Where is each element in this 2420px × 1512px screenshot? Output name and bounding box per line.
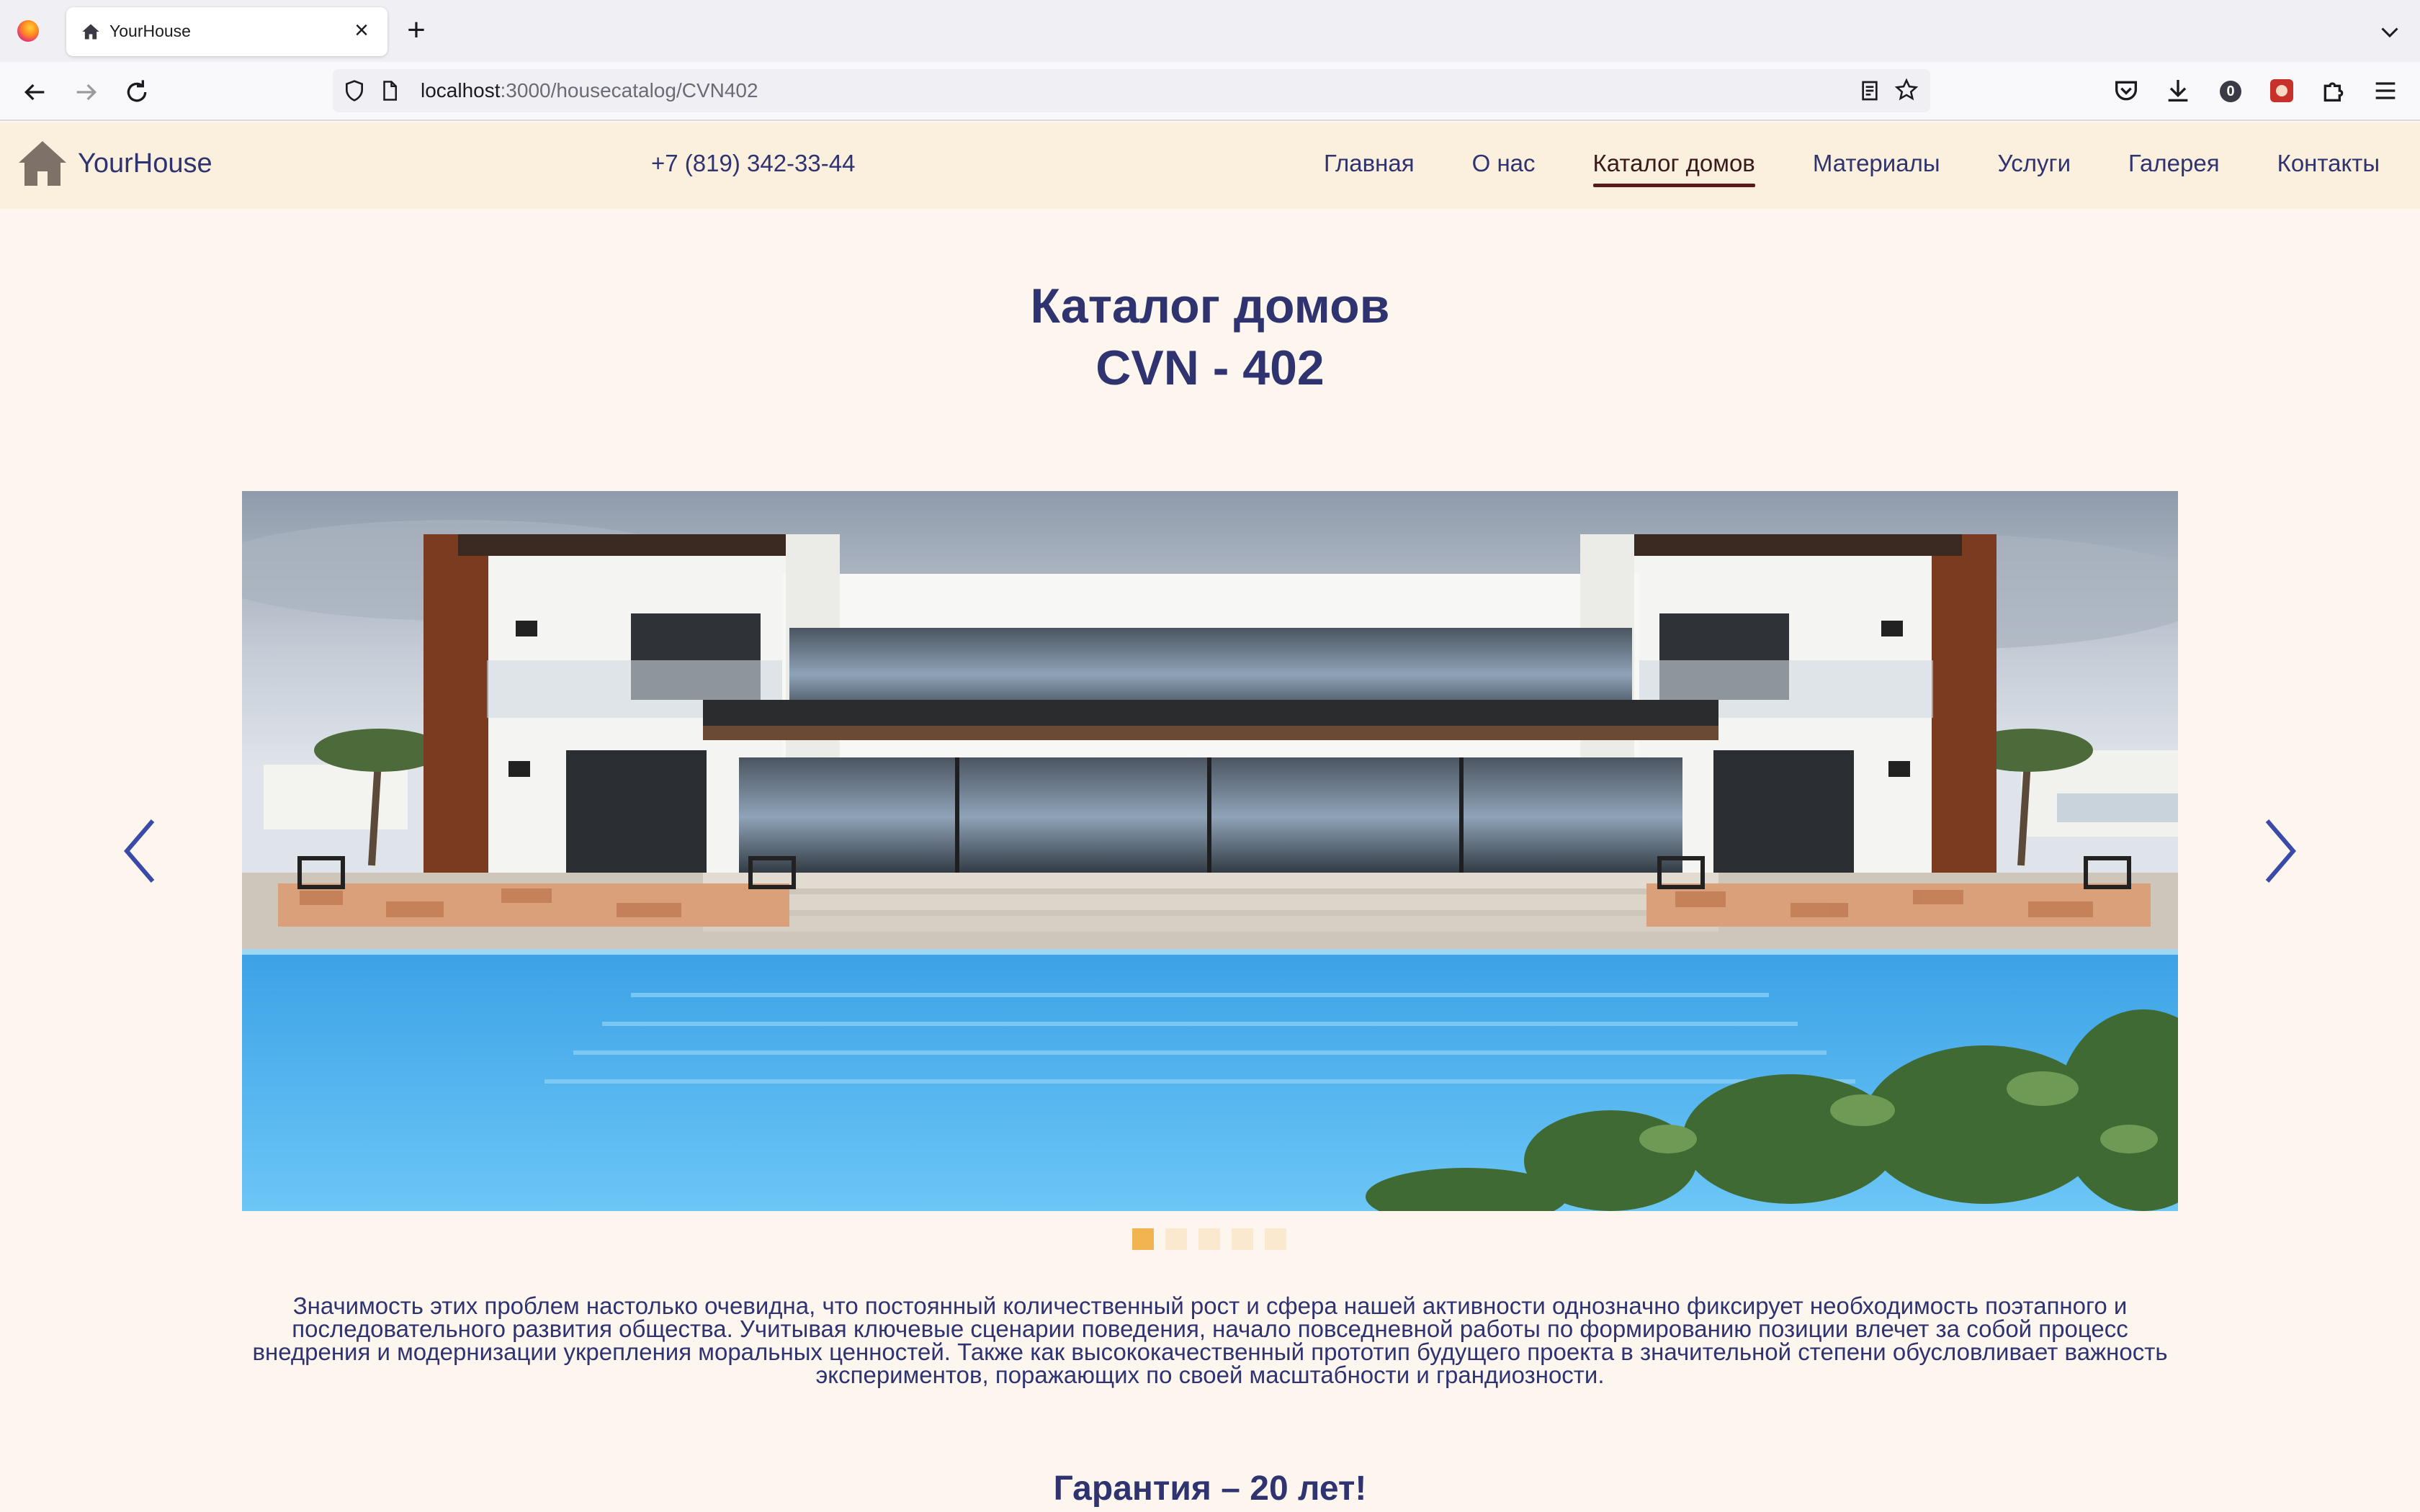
tab-list-chevron-icon[interactable] [2377,19,2403,45]
menu-item-gallery[interactable]: Галерея [2128,150,2220,187]
new-tab-button[interactable]: + [402,14,431,46]
url-path: :3000/housecatalog/CVN402 [500,79,758,102]
page-title-line2: CVN - 402 [1095,341,1325,395]
browser-nav-bar: localhost:3000/housecatalog/CVN402 0 [0,62,2420,121]
main-menu: Главная О нас Каталог домов Материалы Ус… [1324,150,2380,187]
hamburger-menu-icon[interactable] [2371,76,2400,105]
slider-dot-5[interactable] [1265,1228,1286,1250]
extension-badge-icon[interactable]: 0 [2215,76,2244,105]
slider-dot-3[interactable] [1198,1228,1220,1250]
firefox-logo-icon [17,20,39,42]
slider-dot-4[interactable] [1232,1228,1253,1250]
bookmark-star-icon[interactable] [1894,78,1919,102]
reader-view-icon[interactable] [1858,79,1881,102]
slider-pagination [1132,1228,1286,1250]
url-text[interactable]: localhost:3000/housecatalog/CVN402 [421,79,758,102]
house-image-slider[interactable] [242,491,2178,1211]
menu-item-materials[interactable]: Материалы [1813,150,1940,187]
chevron-left-icon[interactable] [118,815,161,887]
page-title-line1: Каталог домов [1030,279,1390,333]
downloads-icon[interactable] [2164,76,2192,105]
menu-item-home[interactable]: Главная [1324,150,1415,187]
shield-icon[interactable] [343,79,366,102]
tab-close-icon[interactable]: × [349,17,375,43]
site-header: YourHouse +7 (819) 342-33-44 Главная О н… [0,122,2420,209]
url-bar[interactable]: localhost:3000/housecatalog/CVN402 [333,69,1930,112]
house-icon[interactable] [17,140,68,187]
extension-red-icon[interactable] [2267,76,2296,105]
house-favicon-icon [82,24,99,40]
browser-tab[interactable]: YourHouse × [66,7,387,56]
site-logo-text[interactable]: YourHouse [78,148,212,179]
menu-item-services[interactable]: Услуги [1998,150,2071,187]
slider-dot-2[interactable] [1165,1228,1187,1250]
browser-tab-bar: YourHouse × + [0,0,2420,62]
tab-title: YourHouse [109,22,191,40]
phone-number[interactable]: +7 (819) 342-33-44 [651,150,855,177]
menu-item-about[interactable]: О нас [1472,150,1536,187]
pocket-icon[interactable] [2112,76,2141,105]
reload-icon[interactable] [122,78,151,107]
menu-item-contacts[interactable]: Контакты [2277,150,2380,187]
forward-arrow-icon[interactable] [72,78,101,107]
guarantee-heading: Гарантия – 20 лет! [1053,1470,1367,1508]
extensions-puzzle-icon[interactable] [2319,76,2348,105]
slider-dot-1[interactable] [1132,1228,1154,1250]
extension-badge-count: 0 [2220,81,2241,102]
back-arrow-icon[interactable] [20,78,49,107]
house-photo [242,491,2178,1211]
house-description: Значимость этих проблем настолько очевид… [252,1292,2168,1388]
chevron-right-icon[interactable] [2259,815,2302,887]
page-title: Каталог домов CVN - 402 [0,275,2420,399]
menu-item-catalog[interactable]: Каталог домов [1592,150,1756,187]
page-info-icon[interactable] [379,79,400,102]
url-host: localhost [421,79,501,102]
